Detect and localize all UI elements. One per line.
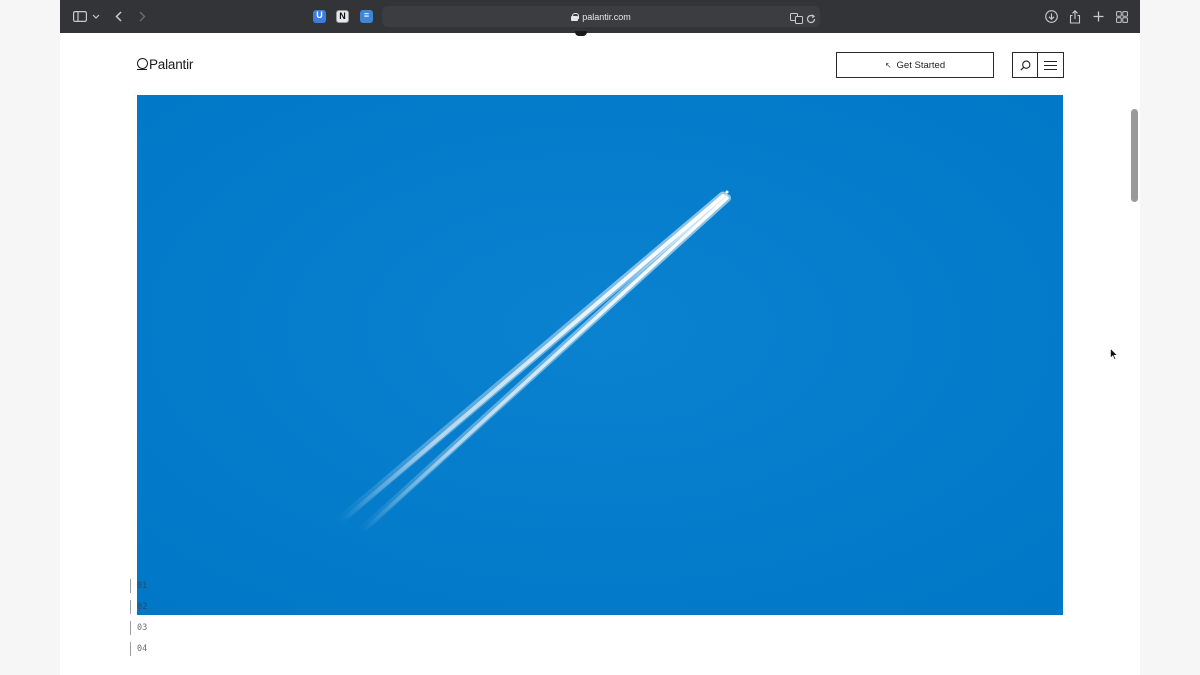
tab-overview-icon[interactable] (1115, 8, 1129, 25)
sidebar-toggle-icon[interactable] (72, 8, 88, 25)
slide-indicator-01[interactable]: 01 (130, 575, 147, 596)
sky-background (137, 95, 1063, 615)
reload-icon[interactable] (806, 11, 816, 24)
lock-icon (571, 12, 580, 21)
search-icon (1019, 60, 1030, 71)
slide-index: 01 02 03 04 (130, 575, 147, 659)
search-button[interactable] (1013, 53, 1038, 77)
header-icon-group (1012, 52, 1064, 78)
right-gutter (1140, 0, 1200, 675)
notion-extension-icon[interactable]: N (336, 10, 349, 23)
page-scrollbar[interactable] (1131, 109, 1138, 202)
url-text: palantir.com (582, 11, 631, 22)
notes-extension-icon[interactable]: ≡ (360, 10, 373, 23)
slide-indicator-04[interactable]: 04 (130, 638, 147, 659)
scrolled-off-element (575, 31, 587, 36)
get-started-label: Get Started (896, 59, 946, 71)
arrow-up-left-icon: ↖ (884, 60, 892, 70)
slide-indicator-02[interactable]: 02 (130, 596, 147, 617)
slide-indicator-03[interactable]: 03 (130, 617, 147, 638)
left-gutter (0, 0, 60, 675)
hamburger-menu-icon (1044, 60, 1057, 70)
bitwarden-extension-icon[interactable]: U (313, 10, 326, 23)
chevron-down-icon[interactable] (91, 8, 101, 25)
get-started-button[interactable]: ↖ Get Started (836, 52, 994, 78)
browser-toolbar: U N ≡ palantir.com (60, 0, 1140, 33)
back-icon[interactable] (112, 8, 124, 25)
airplane (725, 190, 729, 194)
share-icon[interactable] (1068, 8, 1082, 25)
menu-button[interactable] (1038, 53, 1063, 77)
logo-text: Palantir (149, 57, 194, 72)
browser-window: U N ≡ palantir.com Palantir ↖ Get Starte… (60, 0, 1140, 675)
forward-icon[interactable] (136, 8, 148, 25)
palantir-logo-icon (137, 57, 148, 72)
address-bar[interactable]: palantir.com (382, 6, 820, 27)
translate-icon[interactable] (790, 11, 803, 24)
palantir-logo[interactable]: Palantir (137, 57, 193, 72)
hero-image (137, 95, 1063, 615)
web-page: Palantir ↖ Get Started 01 02 03 04 (60, 31, 1140, 675)
new-tab-icon[interactable] (1091, 8, 1105, 25)
mouse-cursor-icon (1110, 348, 1118, 360)
download-icon[interactable] (1044, 8, 1058, 25)
